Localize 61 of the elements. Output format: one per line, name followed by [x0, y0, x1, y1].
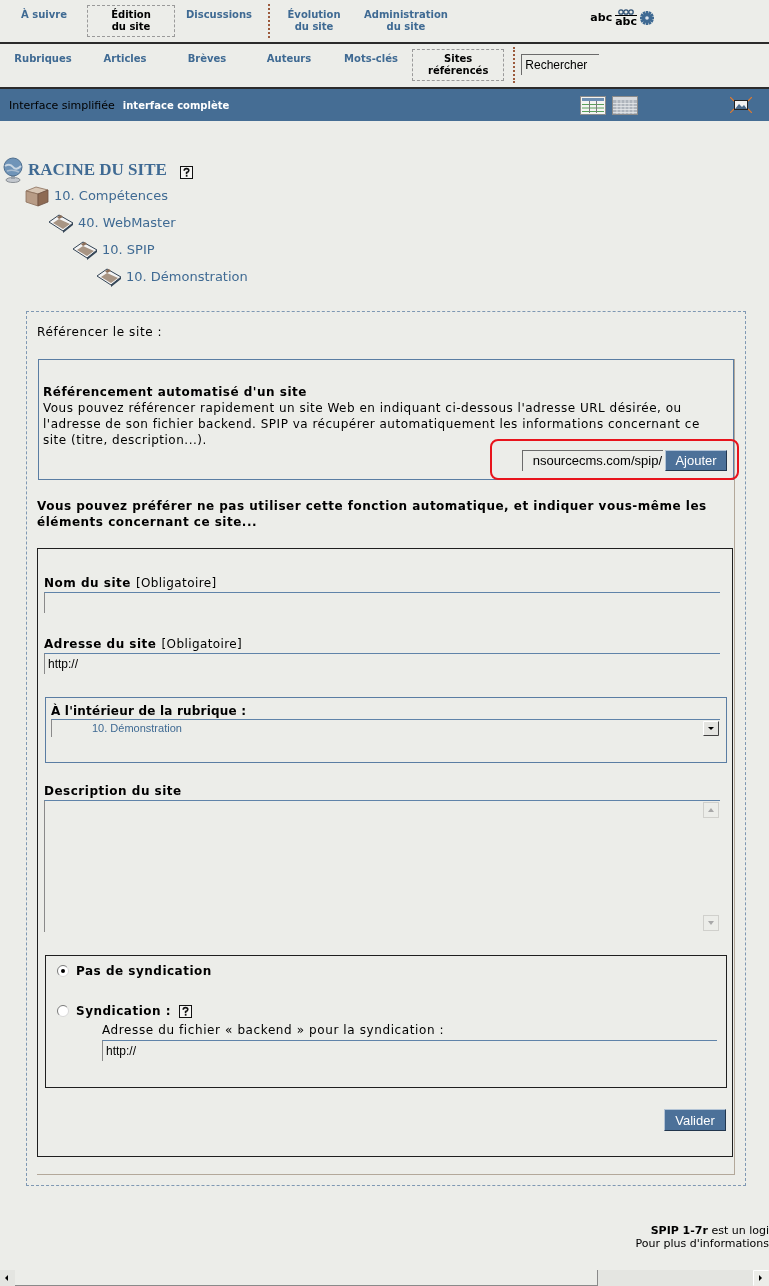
- required-note: [Obligatoire]: [135, 575, 217, 591]
- form-heading: Référencer le site :: [37, 325, 164, 339]
- caret-icon: [703, 721, 719, 736]
- folder-icon: [72, 239, 98, 260]
- footer-note: SPIP 1-7r est un logi: [650, 1224, 769, 1237]
- loops-icon: [616, 9, 637, 15]
- auto-reference-text: Vous pouvez référencer rapidement un site Web en indiquant ci-dessous l'adresse URL désirée, ou l'adresse de son fichier backend. SPIP va récupérer automatiquement les informations concernant ce site (titre, description...).: [43, 400, 701, 448]
- submit-button[interactable]: Valider: [664, 1109, 726, 1131]
- radio-button[interactable]: [57, 1005, 69, 1017]
- globe-icon: [2, 156, 24, 183]
- fieldset-legend: À l'intérieur de la rubrique :: [51, 703, 726, 719]
- search-field[interactable]: Rechercher: [521, 54, 600, 75]
- nav-tab[interactable]: Rubriques: [2, 49, 84, 81]
- section-link[interactable]: 10. Démonstration: [126, 268, 248, 285]
- text-field[interactable]: http://: [44, 653, 720, 674]
- field-label: Adresse du site: [44, 636, 157, 652]
- footer-note: Pour plus d'informations: [635, 1237, 769, 1250]
- interface-link[interactable]: Interface simplifiée: [9, 98, 115, 112]
- scroll-right-icon[interactable]: [753, 1270, 769, 1286]
- nav-tab[interactable]: Discussions: [179, 5, 259, 37]
- add-button[interactable]: Ajouter: [665, 450, 727, 471]
- table-icon[interactable]: [580, 95, 606, 115]
- help-icon[interactable]: [179, 1004, 193, 1018]
- radio-label: Syndication :: [76, 1003, 172, 1019]
- image-icon[interactable]: [730, 97, 752, 113]
- folder-icon: [48, 212, 74, 233]
- scrollbar-thumb[interactable]: [15, 1270, 598, 1286]
- field-label: Nom du site: [44, 575, 131, 591]
- radio-button[interactable]: [57, 965, 69, 977]
- abc-stacked-button[interactable]: abc: [615, 9, 637, 27]
- box-icon: [24, 184, 50, 207]
- backend-label: Adresse du fichier « backend » pour la syndication :: [102, 1022, 446, 1038]
- section-link[interactable]: 10. SPIP: [102, 241, 155, 258]
- folder-icon: [96, 266, 122, 287]
- section-link[interactable]: 10. Compétences: [54, 187, 168, 204]
- url-field[interactable]: nsourcecms.com/spip/: [522, 450, 663, 471]
- nav-tab[interactable]: À suivre: [5, 5, 83, 37]
- nav-tab[interactable]: Édition du site: [87, 5, 175, 37]
- nav-tab[interactable]: Administration du site: [357, 5, 455, 37]
- backend-url-field[interactable]: http://: [102, 1040, 717, 1061]
- site-root-link[interactable]: RACINE DU SITE: [28, 159, 167, 180]
- abc-button[interactable]: abc: [590, 12, 613, 24]
- interface-link[interactable]: interface complète: [122, 98, 230, 112]
- manual-intro: Vous pouvez préférer ne pas utiliser cette fonction automatique, et indiquer vous-même les éléments concernant ce site...: [37, 498, 708, 530]
- nav-tab[interactable]: Mots-clés: [330, 49, 412, 81]
- nav-tab[interactable]: Articles: [84, 49, 166, 81]
- nav-tab[interactable]: Auteurs: [248, 49, 330, 81]
- settings-icon[interactable]: [640, 11, 654, 25]
- required-note: [Obligatoire]: [161, 636, 243, 652]
- section-select[interactable]: 10. Démonstration: [51, 719, 720, 737]
- radio-label: Pas de syndication: [76, 963, 212, 979]
- section-link[interactable]: 40. WebMaster: [78, 214, 176, 231]
- nav-tab[interactable]: Sites référencés: [412, 49, 505, 81]
- field-label: Description du site: [44, 783, 183, 799]
- nav-tab[interactable]: Évolution du site: [275, 5, 353, 37]
- calendar-icon[interactable]: [612, 95, 638, 115]
- help-icon[interactable]: [179, 165, 193, 179]
- horizontal-scrollbar[interactable]: [0, 1270, 769, 1286]
- text-field[interactable]: [44, 592, 720, 613]
- auto-reference-title: Référencement automatisé d'un site: [43, 384, 308, 400]
- nav-tab[interactable]: Brèves: [166, 49, 248, 81]
